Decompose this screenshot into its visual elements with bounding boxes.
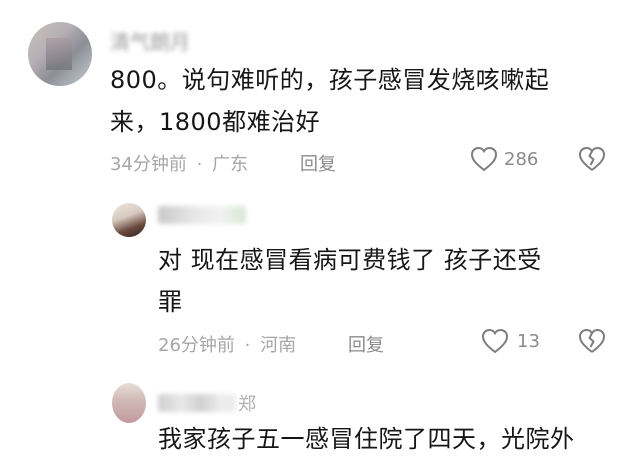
meta-dot: · bbox=[196, 154, 203, 175]
like-count: 286 bbox=[504, 148, 539, 170]
broken-heart-icon bbox=[578, 328, 606, 354]
reply-button[interactable]: 回复 bbox=[300, 150, 336, 176]
dislike-button[interactable] bbox=[578, 328, 606, 354]
dislike-button[interactable] bbox=[578, 146, 606, 172]
heart-icon bbox=[470, 146, 498, 172]
timestamp: 34分钟前 bbox=[110, 154, 187, 175]
comment-meta: 34分钟前 · 广东 bbox=[110, 150, 248, 176]
like-button[interactable]: 286 bbox=[470, 146, 538, 172]
like-count: 13 bbox=[517, 330, 540, 352]
meta-dot: · bbox=[244, 335, 251, 356]
location: 河南 bbox=[260, 335, 297, 356]
reply-button[interactable]: 回复 bbox=[348, 331, 384, 357]
reply-avatar[interactable] bbox=[112, 203, 146, 237]
location: 广东 bbox=[212, 154, 249, 175]
reply-text: 我家孩子五一感冒住院了四天，光院外 bbox=[158, 425, 575, 453]
heart-icon bbox=[481, 328, 509, 354]
reply-author-name[interactable] bbox=[158, 206, 248, 228]
reply-author-name[interactable]: 郑 bbox=[158, 392, 268, 415]
like-button[interactable]: 13 bbox=[481, 328, 540, 354]
timestamp: 26分钟前 bbox=[158, 335, 235, 356]
avatar[interactable] bbox=[28, 22, 92, 86]
reply-text-line2: 罪 bbox=[158, 288, 183, 316]
broken-heart-icon bbox=[578, 146, 606, 172]
reply-text: 对 现在感冒看病可费钱了 孩子还受 bbox=[158, 246, 542, 274]
comment-text: 800。说句难听的，孩子感冒发烧咳嗽起 bbox=[110, 66, 550, 94]
author-name[interactable]: 清气朗月 bbox=[110, 26, 205, 54]
reply-avatar[interactable] bbox=[112, 383, 146, 423]
comment-text-line2: 来，1800都难治好 bbox=[110, 108, 321, 136]
reply-meta: 26分钟前 · 河南 bbox=[158, 331, 296, 357]
